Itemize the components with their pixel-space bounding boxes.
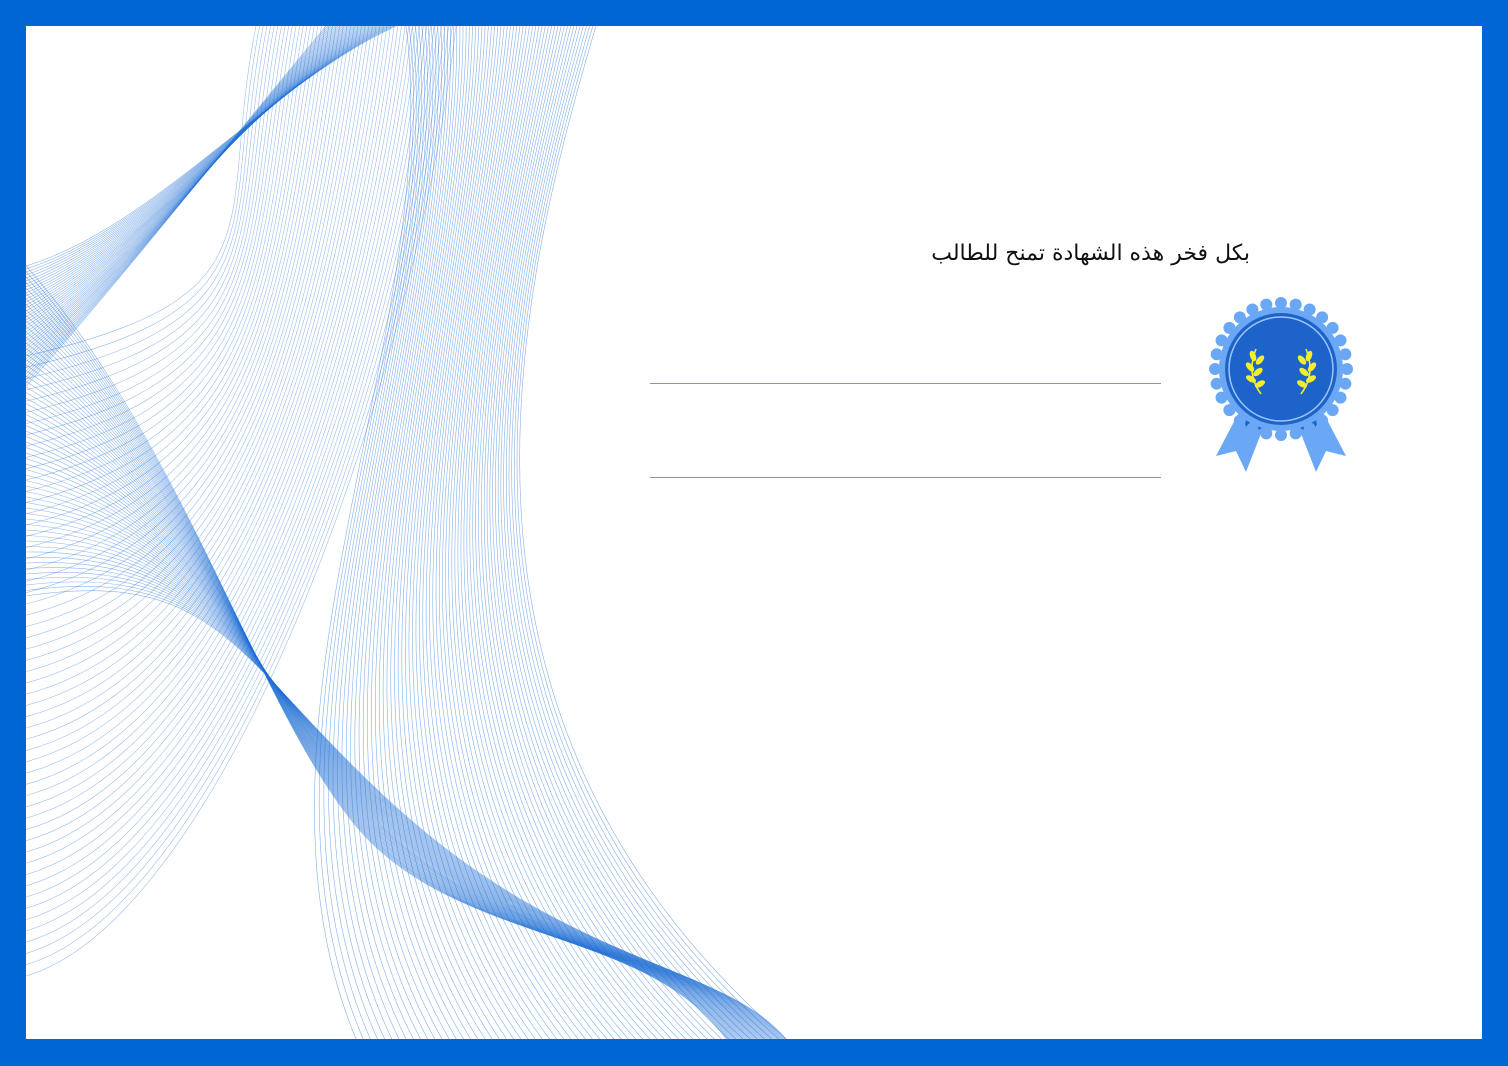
detail-line	[650, 477, 1161, 478]
certificate-paper: بكل فخر هذه الشهادة تمنح للطالب	[26, 26, 1482, 1039]
certificate-border: بكل فخر هذه الشهادة تمنح للطالب	[0, 0, 1508, 1066]
award-rosette-icon	[1209, 297, 1353, 472]
recipient-name-line	[650, 383, 1161, 384]
guilloche-wave-decoration	[26, 26, 787, 1039]
certificate-headline: بكل فخر هذه الشهادة تمنح للطالب	[931, 241, 1250, 266]
